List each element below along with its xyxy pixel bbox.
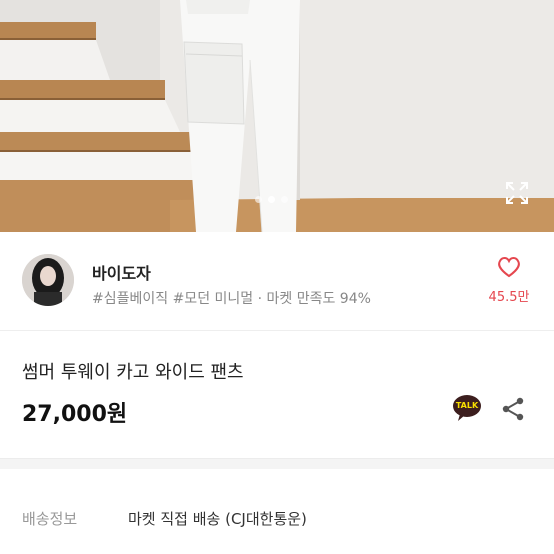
carousel-dot[interactable]	[255, 196, 262, 203]
shipping-info: 배송정보 마켓 직접 배송 (CJ대한통운)	[0, 468, 554, 554]
seller-tags: #심플베이직 #모던 미니멀 · 마켓 만족도 94%	[92, 291, 371, 307]
seller-section: 바이도자 #심플베이직 #모던 미니멀 · 마켓 만족도 94% 45.5만	[0, 232, 554, 331]
avatar[interactable]	[22, 254, 74, 306]
share-icon[interactable]	[500, 396, 526, 422]
kakaotalk-icon[interactable]: TALK	[452, 394, 482, 422]
like-count: 45.5만	[488, 290, 530, 305]
seller-name[interactable]: 바이도자	[92, 260, 151, 284]
heart-icon	[498, 257, 520, 278]
product-image-carousel[interactable]	[0, 0, 554, 232]
expand-icon[interactable]	[504, 180, 530, 206]
shipping-label: 배송정보	[22, 510, 78, 528]
shipping-value: 마켓 직접 배송 (CJ대한통운)	[128, 510, 307, 528]
product-info: 썸머 투웨이 카고 와이드 팬츠 27,000원 TALK	[0, 330, 554, 458]
product-price: 27,000원	[22, 402, 128, 427]
carousel-dot-active[interactable]	[268, 196, 275, 203]
carousel-dot[interactable]	[281, 196, 288, 203]
kakaotalk-label: TALK	[455, 401, 479, 410]
product-title: 썸머 투웨이 카고 와이드 팬츠	[22, 362, 244, 383]
carousel-dots[interactable]	[255, 196, 288, 203]
like-button[interactable]: 45.5만	[486, 256, 532, 305]
